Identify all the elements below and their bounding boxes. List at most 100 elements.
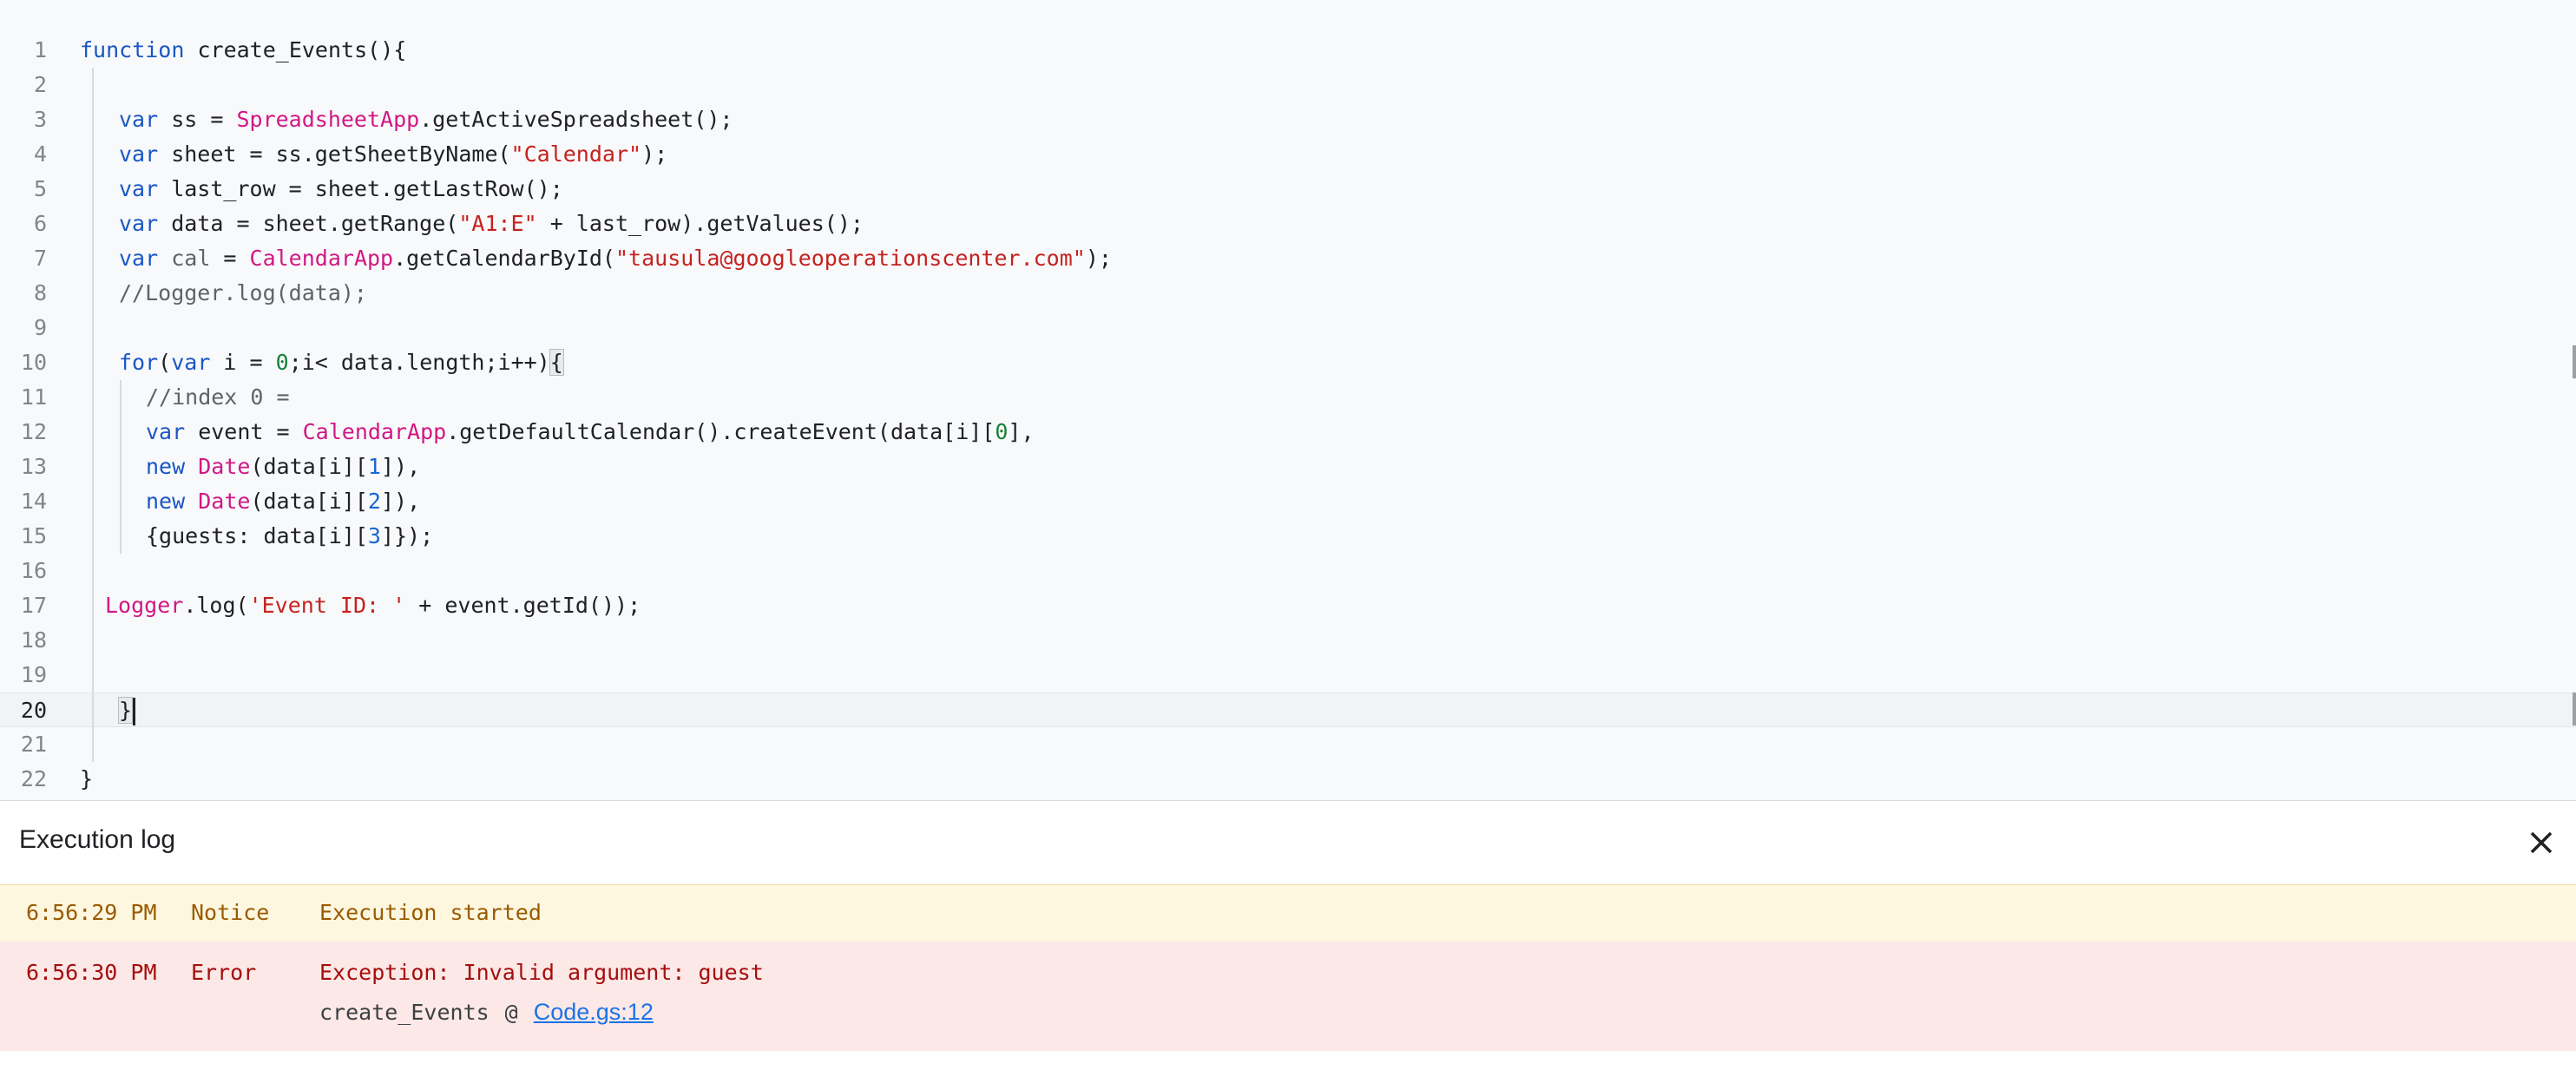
code-text: var cal = CalendarApp.getCalendarById("t… [119,246,1112,271]
line-number: 7 [33,246,47,271]
line-number: 5 [33,176,47,201]
code-line[interactable]: 12 var event = CalendarApp.getDefaultCal… [0,415,2576,450]
line-number: 14 [20,489,47,514]
code-line[interactable]: 17 Logger.log('Event ID: ' + event.getId… [0,588,2576,623]
code-text: {guests: data[i][3]}); [146,523,434,548]
code-line[interactable]: 3 var ss = SpreadsheetApp.getActiveSprea… [0,102,2576,137]
log-message: Exception: Invalid argument: guest [319,960,764,985]
line-number: 10 [20,350,47,375]
line-number: 18 [20,627,47,653]
execution-log-title: Execution log [19,825,176,854]
indent-guide [92,276,94,311]
indent-guide [92,241,94,276]
indent-guide [92,450,94,484]
indent-guide [92,554,94,588]
code-line[interactable]: 1 function create_Events(){ [0,33,2576,68]
code-line[interactable]: 4 var sheet = ss.getSheetByName("Calenda… [0,137,2576,172]
code-line[interactable]: 15 {guests: data[i][3]}); [0,519,2576,554]
code-text: } [117,693,136,728]
trace-at-symbol: @ [504,1000,518,1025]
code-text: Logger.log('Event ID: ' + event.getId())… [105,593,641,618]
code-line[interactable]: 10 for(var i = 0;i< data.length;i++){ [0,345,2576,380]
log-message: Execution started [319,900,542,925]
indent-guide [120,380,122,415]
code-line[interactable]: 7 var cal = CalendarApp.getCalendarById(… [0,241,2576,276]
indent-guide [92,137,94,172]
line-number: 3 [33,107,47,132]
current-code-line[interactable]: 20 } [0,693,2576,728]
indent-guide [92,311,94,345]
scrollbar-marker[interactable] [2573,693,2576,725]
code-line[interactable]: 8 //Logger.log(data); [0,276,2576,311]
code-text: var data = sheet.getRange("A1:E" + last_… [119,211,864,236]
line-number: 22 [20,766,47,791]
code-line[interactable]: 19 [0,658,2576,693]
code-line[interactable]: 2 [0,68,2576,102]
indent-guide [92,658,94,693]
stack-trace: create_Events @ Code.gs:12 [319,999,654,1026]
line-number: 21 [20,732,47,757]
line-number: 6 [33,211,47,236]
indent-guide [120,415,122,450]
indent-guide [92,68,94,102]
code-line[interactable]: 16 [0,554,2576,588]
log-entry-error: 6:56:30 PM Error Exception: Invalid argu… [0,942,2576,1051]
scrollbar-marker[interactable] [2573,345,2576,378]
line-number: 20 [20,698,47,723]
line-number: 12 [20,419,47,444]
close-icon[interactable] [2520,822,2562,863]
code-text: var sheet = ss.getSheetByName("Calendar"… [119,141,668,167]
indent-guide [92,415,94,450]
line-number: 13 [20,454,47,479]
line-number: 17 [20,593,47,618]
indent-guide [120,519,122,554]
code-text: var event = CalendarApp.getDefaultCalend… [146,419,1035,444]
log-entry-notice: 6:56:29 PM Notice Execution started [0,884,2576,943]
code-editor[interactable]: 1 function create_Events(){ 2 3 var ss =… [0,0,2576,800]
code-line[interactable]: 5 var last_row = sheet.getLastRow(); [0,172,2576,207]
code-text: new Date(data[i][1]), [146,454,421,479]
code-text: function create_Events(){ [80,37,407,62]
code-line[interactable]: 6 var data = sheet.getRange("A1:E" + las… [0,207,2576,241]
indent-guide [92,519,94,554]
code-line[interactable]: 11 //index 0 = [0,380,2576,415]
code-line[interactable]: 14 new Date(data[i][2]), [0,484,2576,519]
code-line[interactable]: 13 new Date(data[i][1]), [0,450,2576,484]
indent-guide [92,207,94,241]
line-number: 11 [20,384,47,410]
indent-guide [92,172,94,207]
execution-log-panel: Execution log 6:56:29 PM Notice Executio… [0,800,2576,1070]
indent-guide [120,484,122,519]
indent-guide [92,693,94,728]
line-number: 1 [33,37,47,62]
indent-guide [120,450,122,484]
line-number: 19 [20,662,47,687]
indent-guide [92,102,94,137]
execution-log-header: Execution log [0,801,2576,884]
line-number: 8 [33,280,47,305]
text-cursor [133,698,136,725]
code-line[interactable]: 9 [0,311,2576,345]
indent-guide [92,380,94,415]
trace-function: create_Events [319,1000,490,1025]
indent-guide [92,623,94,658]
line-number: 9 [33,315,47,340]
code-line[interactable]: 21 [0,727,2576,762]
code-line[interactable]: 22 } [0,762,2576,797]
code-text: var last_row = sheet.getLastRow(); [119,176,563,201]
code-text: new Date(data[i][2]), [146,489,421,514]
code-text: var ss = SpreadsheetApp.getActiveSpreads… [119,107,733,132]
source-location-link[interactable]: Code.gs:12 [534,999,654,1025]
log-time: 6:56:30 PM [26,960,157,985]
code-comment: //index 0 = [146,384,290,410]
code-text: } [80,766,94,791]
line-number: 15 [20,523,47,548]
indent-guide [92,484,94,519]
log-severity: Notice [191,900,270,925]
log-time: 6:56:29 PM [26,900,157,925]
indent-guide [92,727,94,762]
line-number: 16 [20,558,47,583]
line-number: 2 [33,72,47,97]
line-number: 4 [33,141,47,167]
code-line[interactable]: 18 [0,623,2576,658]
